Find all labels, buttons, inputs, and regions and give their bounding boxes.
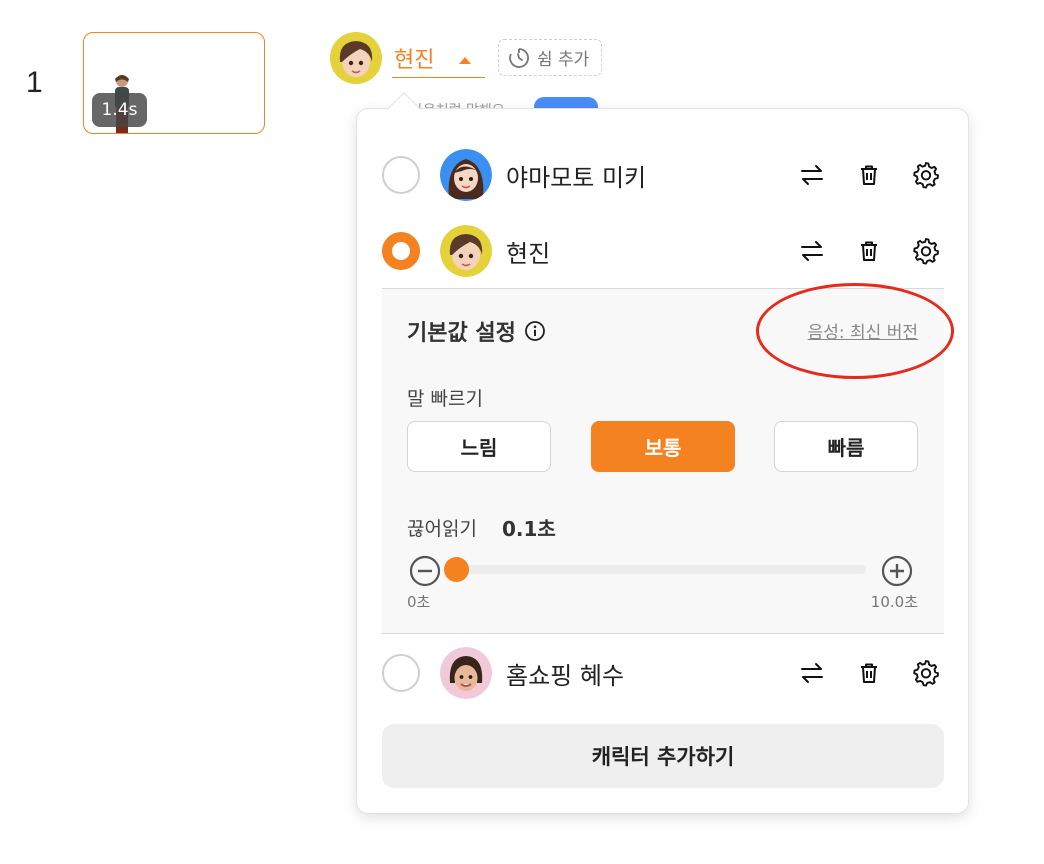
avatar-woman-long-hair-icon [440, 149, 492, 201]
info-circle-icon[interactable] [524, 320, 546, 342]
speed-normal-button[interactable]: 보통 [591, 421, 735, 472]
character-settings-button[interactable] [908, 655, 944, 691]
slider-min-label: 0초 [407, 593, 431, 611]
timer-icon [509, 47, 529, 68]
delete-character-button[interactable] [851, 233, 887, 269]
highlight-annotation [756, 283, 954, 379]
plus-circle-icon[interactable] [881, 555, 913, 587]
character-radio[interactable] [382, 232, 420, 270]
character-selector-dropdown[interactable]: 현진 [392, 38, 485, 78]
pause-slider-thumb[interactable] [444, 557, 470, 582]
caret-up-icon [459, 57, 471, 64]
character-name: 현진 [506, 239, 551, 268]
speed-slow-button[interactable]: 느림 [407, 421, 551, 472]
scene-thumbnail[interactable]: 1.4s [83, 32, 265, 134]
add-character-button[interactable]: 캐릭터 추가하기 [382, 724, 944, 788]
duration-badge: 1.4s [92, 93, 147, 127]
swap-character-button[interactable] [794, 233, 830, 269]
selected-character-name: 현진 [394, 47, 435, 73]
pause-value: 0.1초 [502, 517, 556, 541]
settings-title-text: 기본값 설정 [407, 321, 516, 346]
swap-character-button[interactable] [794, 655, 830, 691]
trash-icon [861, 241, 877, 261]
character-avatar [440, 149, 492, 201]
avatar-woman-short-hair-icon [330, 32, 382, 84]
speed-label: 말 빠르기 [407, 388, 483, 410]
character-row[interactable]: 야마모토 미키 [382, 145, 944, 205]
speed-fast-button[interactable]: 빠름 [774, 421, 918, 472]
trash-icon [861, 165, 877, 185]
gear-icon [913, 162, 939, 189]
swap-character-button[interactable] [794, 157, 830, 193]
avatar-woman-bob-hair-icon [440, 647, 492, 699]
swap-arrows-icon [801, 165, 823, 185]
character-row[interactable]: 홈쇼핑 혜수 [382, 643, 944, 703]
minus-circle-icon[interactable] [409, 555, 441, 587]
delete-character-button[interactable] [851, 655, 887, 691]
character-settings-button[interactable] [908, 157, 944, 193]
settings-title: 기본값 설정 [407, 315, 546, 347]
pause-slider-track[interactable] [444, 557, 866, 582]
character-avatar [440, 225, 492, 277]
add-pause-label: 쉼 추가 [537, 50, 590, 70]
character-avatar [440, 647, 492, 699]
add-pause-button[interactable]: 쉼 추가 [498, 39, 602, 76]
character-radio[interactable] [382, 156, 420, 194]
gear-icon [913, 238, 939, 265]
swap-arrows-icon [801, 663, 823, 683]
scene-number: 1 [26, 66, 43, 99]
selected-character-avatar[interactable] [330, 32, 382, 84]
gear-icon [913, 660, 939, 687]
pause-label: 끊어읽기 [407, 518, 477, 540]
swap-arrows-icon [801, 241, 823, 261]
character-radio[interactable] [382, 654, 420, 692]
character-row-selected[interactable]: 현진 [382, 221, 944, 281]
character-name: 야마모토 미키 [506, 163, 647, 192]
delete-character-button[interactable] [851, 157, 887, 193]
character-name: 홈쇼핑 혜수 [506, 661, 625, 690]
trash-icon [861, 663, 877, 683]
avatar-woman-short-hair-icon [440, 225, 492, 277]
character-settings-button[interactable] [908, 233, 944, 269]
slider-max-label: 10.0초 [870, 593, 918, 611]
